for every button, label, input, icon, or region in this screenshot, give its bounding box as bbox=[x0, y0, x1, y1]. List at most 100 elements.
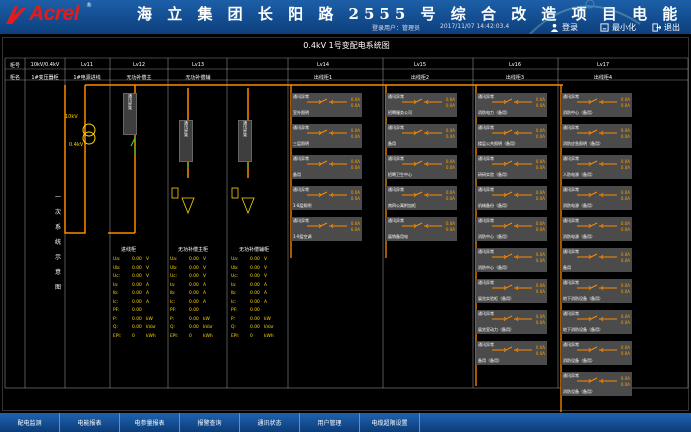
meter-label: Ib: bbox=[170, 291, 176, 296]
feeder-panel-lv17[interactable]: 通讯异常 0.0A 0.0A 消防设备（备用） bbox=[561, 372, 632, 396]
meter-row: Ub: 0.00 V bbox=[113, 266, 171, 274]
feeder-name: 备用 bbox=[293, 172, 301, 177]
feeder-panel-lv16[interactable]: 通讯异常 0.0A 0.0A 机械备份（备用） bbox=[476, 186, 547, 210]
feeder-panel-lv15[interactable]: 通讯异常 0.0A 0.0A 招聘卫生中心 bbox=[386, 155, 457, 179]
login-button[interactable]: 登录 bbox=[550, 22, 578, 33]
meter-label: Ua: bbox=[170, 257, 178, 262]
feeder-switch-icon bbox=[577, 129, 617, 136]
nav-tab-2[interactable]: 电能报表 bbox=[60, 413, 120, 432]
meter-unit: kVar bbox=[203, 325, 213, 330]
feeder-panel-lv17[interactable]: 通讯异常 0.0A 0.0A 消防中心（备用） bbox=[561, 93, 632, 117]
feeder-current-a: 0.0A bbox=[350, 97, 360, 102]
meter-row: Ub: 0.00 V bbox=[170, 266, 228, 274]
nav-tab-4[interactable]: 报警查询 bbox=[180, 413, 240, 432]
meter-row: EPI: 0 kWh bbox=[170, 334, 228, 342]
nav-tab-3[interactable]: 电参量报表 bbox=[120, 413, 180, 432]
feeder-current-b: 0.0A bbox=[535, 196, 545, 201]
feeder-switch-icon bbox=[492, 222, 532, 229]
nav-tab-1[interactable]: 配电监测 bbox=[0, 413, 60, 432]
transformer-feeder-line bbox=[64, 85, 86, 234]
feeder-panel-lv17[interactable]: 通讯异常 0.0A 0.0A 消防电源（备用） bbox=[561, 217, 632, 241]
meter-value: 0.00 bbox=[250, 316, 260, 322]
feeder-name: 备用（备用） bbox=[478, 358, 502, 363]
feeder-panel-lv16[interactable]: 通讯异常 0.0A 0.0A 展览室动力（备用） bbox=[476, 310, 547, 334]
meter-value: 0.00 bbox=[250, 257, 260, 262]
meter-value: 0.00 bbox=[189, 282, 199, 288]
meter-label: Ub: bbox=[170, 265, 178, 271]
feeder-panel-lv14[interactable]: 通讯异常 0.0A 0.0A 1-9层空调 bbox=[291, 217, 362, 241]
feeder-name: 消防设备（备用） bbox=[563, 358, 595, 363]
feeder-switch-icon bbox=[307, 191, 347, 198]
feeder-panel-lv17[interactable]: 通讯异常 0.0A 0.0A 消防应急照明（备用） bbox=[561, 124, 632, 148]
transformer-lv-label: 0.4kV bbox=[69, 142, 84, 148]
feeder-switch-icon bbox=[402, 98, 442, 105]
feeder-panel-lv14[interactable]: 通讯异常 0.0A 0.0A 三层照明 bbox=[291, 124, 362, 148]
bottom-nav: 配电监测 电能报表 电参量报表 报警查询 通讯状态 用户管理 电缆超限设置 bbox=[0, 413, 691, 432]
feeder-panel-lv17[interactable]: 通讯异常 0.0A 0.0A 人防电源（备用） bbox=[561, 155, 632, 179]
feeder-panel-lv14[interactable]: 通讯异常 0.0A 0.0A 备用 bbox=[291, 155, 362, 179]
feeder-current-a: 0.0A bbox=[535, 345, 545, 350]
feeder-current-b: 0.0A bbox=[350, 227, 360, 232]
meter-label: Ib: bbox=[113, 291, 119, 296]
main-comp-status: 通讯异常 bbox=[184, 121, 189, 137]
feeder-name: 展销备用电 bbox=[388, 234, 408, 239]
feeder-switch-icon bbox=[492, 129, 532, 136]
meter-unit: V bbox=[264, 274, 268, 279]
feeder-name: 机械备份（备用） bbox=[478, 203, 510, 208]
minimize-label: 最小化 bbox=[612, 23, 636, 32]
feeder-current-a: 0.0A bbox=[620, 159, 630, 164]
diagram-title: 0.4kV 1号变配电系统图 bbox=[303, 41, 390, 50]
nav-tab-5[interactable]: 通讯状态 bbox=[240, 413, 300, 432]
feeder-panel-lv16[interactable]: 通讯异常 0.0A 0.0A 楼层公共照明（备用） bbox=[476, 124, 547, 148]
nav-tab-6[interactable]: 用户管理 bbox=[300, 413, 360, 432]
meter-row: Ub: 0.00 V bbox=[231, 266, 289, 274]
feeder-current-a: 0.0A bbox=[535, 159, 545, 164]
feeder-panel-lv16[interactable]: 通讯异常 0.0A 0.0A 消防电力（备用） bbox=[476, 93, 547, 117]
feeder-current-b: 0.0A bbox=[620, 165, 630, 170]
feeder-current-a: 0.0A bbox=[350, 190, 360, 195]
feeder-panel-lv14[interactable]: 通讯异常 0.0A 0.0A 室外照明 bbox=[291, 93, 362, 117]
feeder-panel-lv15[interactable]: 通讯异常 0.0A 0.0A 招聘服务公司 bbox=[386, 93, 457, 117]
meter-title-2: 无功补偿主柜 bbox=[178, 247, 209, 253]
feeder-panel-lv17[interactable]: 通讯异常 0.0A 0.0A 消防电源（备用） bbox=[561, 186, 632, 210]
meter-row: Ia: 0.00 A bbox=[113, 283, 171, 291]
feeder-current-a: 0.0A bbox=[535, 314, 545, 319]
feeder-switch-icon bbox=[492, 284, 532, 291]
feeder-panel-lv17[interactable]: 通讯异常 0.0A 0.0A 地下消防设备（备用） bbox=[561, 279, 632, 303]
meter-value: 0.00 bbox=[132, 308, 142, 313]
meter-value: 0.00 bbox=[250, 274, 260, 279]
feeder-current-a: 0.0A bbox=[445, 128, 455, 133]
exit-button[interactable]: 退出 bbox=[652, 22, 680, 33]
feeder-current-b: 0.0A bbox=[350, 196, 360, 201]
meter-value: 0 bbox=[250, 333, 253, 339]
meter-row: EPI: 0 kWh bbox=[231, 334, 289, 342]
cabinet-no-3: Lv12 bbox=[132, 62, 146, 68]
feeder-panel-lv15[interactable]: 通讯异常 0.0A 0.0A 南四公寓附加柜 bbox=[386, 186, 457, 210]
minimize-button[interactable]: 最小化 bbox=[600, 22, 636, 33]
meter-label: Ia: bbox=[170, 282, 176, 288]
feeder-panel-lv17[interactable]: 通讯异常 0.0A 0.0A 地下消防设备（备用） bbox=[561, 310, 632, 334]
feeder-panel-lv15[interactable]: 通讯异常 0.0A 0.0A 展销备用电 bbox=[386, 217, 457, 241]
feeder-name: 招聘服务公司 bbox=[388, 110, 412, 115]
feeder-current-b: 0.0A bbox=[620, 351, 630, 356]
feeder-panel-lv16[interactable]: 通讯异常 0.0A 0.0A 消防中心（备用） bbox=[476, 217, 547, 241]
feeder-panel-lv16[interactable]: 通讯异常 0.0A 0.0A 备用（备用） bbox=[476, 341, 547, 365]
meter-row: Ia: 0.00 A bbox=[231, 283, 289, 291]
feeder-panel-lv14[interactable]: 通讯异常 0.0A 0.0A 1-8层照明 bbox=[291, 186, 362, 210]
feeder-panel-lv15[interactable]: 通讯异常 0.0A 0.0A 备用 bbox=[386, 124, 457, 148]
feeder-panel-lv17[interactable]: 通讯异常 0.0A 0.0A 备用 bbox=[561, 248, 632, 272]
nav-tab-7[interactable]: 电缆超限设置 bbox=[360, 413, 420, 432]
exit-label: 退出 bbox=[664, 23, 680, 32]
meter-unit: A bbox=[146, 299, 150, 305]
feeder-name: 消防设备（备用） bbox=[563, 389, 595, 394]
feeder-name: 消防电力（备用） bbox=[478, 110, 510, 115]
feeder-panel-lv16[interactable]: 通讯异常 0.0A 0.0A 展览实验柜（备用） bbox=[476, 279, 547, 303]
meter-value: 0.00 bbox=[189, 274, 199, 279]
feeder-current-a: 0.0A bbox=[350, 128, 360, 133]
feeder-current-b: 0.0A bbox=[445, 227, 455, 232]
feeder-panel-lv16[interactable]: 通讯异常 0.0A 0.0A 消防中心（备用） bbox=[476, 248, 547, 272]
feeder-panel-lv16[interactable]: 通讯异常 0.0A 0.0A 研研实验（备用） bbox=[476, 155, 547, 179]
login-user: 登录用户：管理员 bbox=[372, 25, 421, 32]
feeder-current-b: 0.0A bbox=[445, 134, 455, 139]
feeder-panel-lv17[interactable]: 通讯异常 0.0A 0.0A 消防设备（备用） bbox=[561, 341, 632, 365]
